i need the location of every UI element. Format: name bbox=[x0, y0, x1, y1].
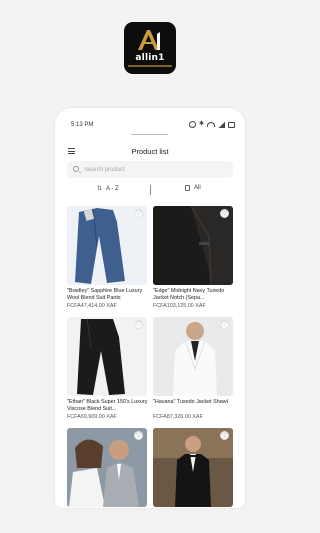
product-image[interactable]: ♡ bbox=[67, 428, 147, 507]
category-button[interactable]: All bbox=[185, 185, 201, 191]
heart-icon[interactable]: ♡ bbox=[134, 320, 143, 329]
heart-icon[interactable]: ♡ bbox=[134, 209, 143, 218]
product-name: "Ethan" Black Super 150's Luxury Viscose… bbox=[67, 399, 148, 412]
heart-icon[interactable]: ♡ bbox=[134, 431, 143, 440]
bag-icon bbox=[185, 185, 190, 191]
product-image[interactable]: ♡ bbox=[153, 206, 233, 285]
bluetooth-icon: ✱ bbox=[198, 121, 204, 127]
filter-bar: ⇅ A - Z All bbox=[67, 184, 233, 198]
product-name: "Edge" Midnight Navy Tuxedo Jacket Notch… bbox=[153, 288, 225, 301]
category-label: All bbox=[194, 185, 201, 191]
search-icon bbox=[73, 166, 79, 172]
heart-icon[interactable]: ♡ bbox=[220, 431, 229, 440]
sort-button[interactable]: ⇅ A - Z bbox=[97, 185, 119, 193]
app-logo: allin1 bbox=[124, 22, 176, 74]
product-price: FCFA47,414.00 XAF bbox=[67, 303, 117, 309]
wifi-icon bbox=[207, 122, 215, 127]
status-time: 5:13 PM bbox=[71, 122, 94, 128]
product-image[interactable]: ♡ bbox=[153, 428, 233, 507]
brand-name: allin1 bbox=[135, 53, 165, 63]
status-icons: ✱ bbox=[188, 120, 235, 129]
search-input[interactable] bbox=[84, 161, 229, 178]
battery-icon bbox=[228, 121, 235, 128]
heart-icon[interactable]: ♡ bbox=[220, 209, 229, 218]
app-bar: Product list bbox=[55, 144, 245, 160]
status-bar: 5:13 PM ✱ bbox=[55, 108, 245, 130]
page-title: Product list bbox=[131, 147, 169, 156]
product-image[interactable]: ♡ bbox=[153, 317, 233, 396]
alarm-icon bbox=[188, 121, 196, 128]
drag-handle bbox=[131, 134, 168, 135]
product-image[interactable]: ♡ bbox=[67, 206, 147, 285]
search-bar[interactable] bbox=[67, 161, 233, 178]
sort-icon: ⇅ bbox=[97, 186, 103, 192]
filter-divider bbox=[150, 185, 151, 195]
heart-icon[interactable]: ♡ bbox=[220, 320, 229, 329]
product-name: "Havana" Tuxedo Jacket Shawl bbox=[153, 399, 228, 405]
sort-label: A - Z bbox=[106, 185, 119, 192]
product-name: "Bradley" Sapphire Blue Luxury Wool Blen… bbox=[67, 288, 143, 301]
phone-screen: 5:13 PM ✱ Product list ⇅ A - Z All bbox=[55, 108, 245, 508]
signal-icon bbox=[218, 121, 225, 128]
product-price: FCFA69,909.00 XAF bbox=[67, 414, 117, 420]
logo-underline bbox=[128, 65, 172, 67]
a1-logo-icon bbox=[138, 30, 160, 50]
product-price: FCFA87,326.00 XAF bbox=[153, 414, 203, 420]
product-price: FCFA103,125.00 XAF bbox=[153, 303, 206, 309]
product-image[interactable]: ♡ bbox=[67, 317, 147, 396]
